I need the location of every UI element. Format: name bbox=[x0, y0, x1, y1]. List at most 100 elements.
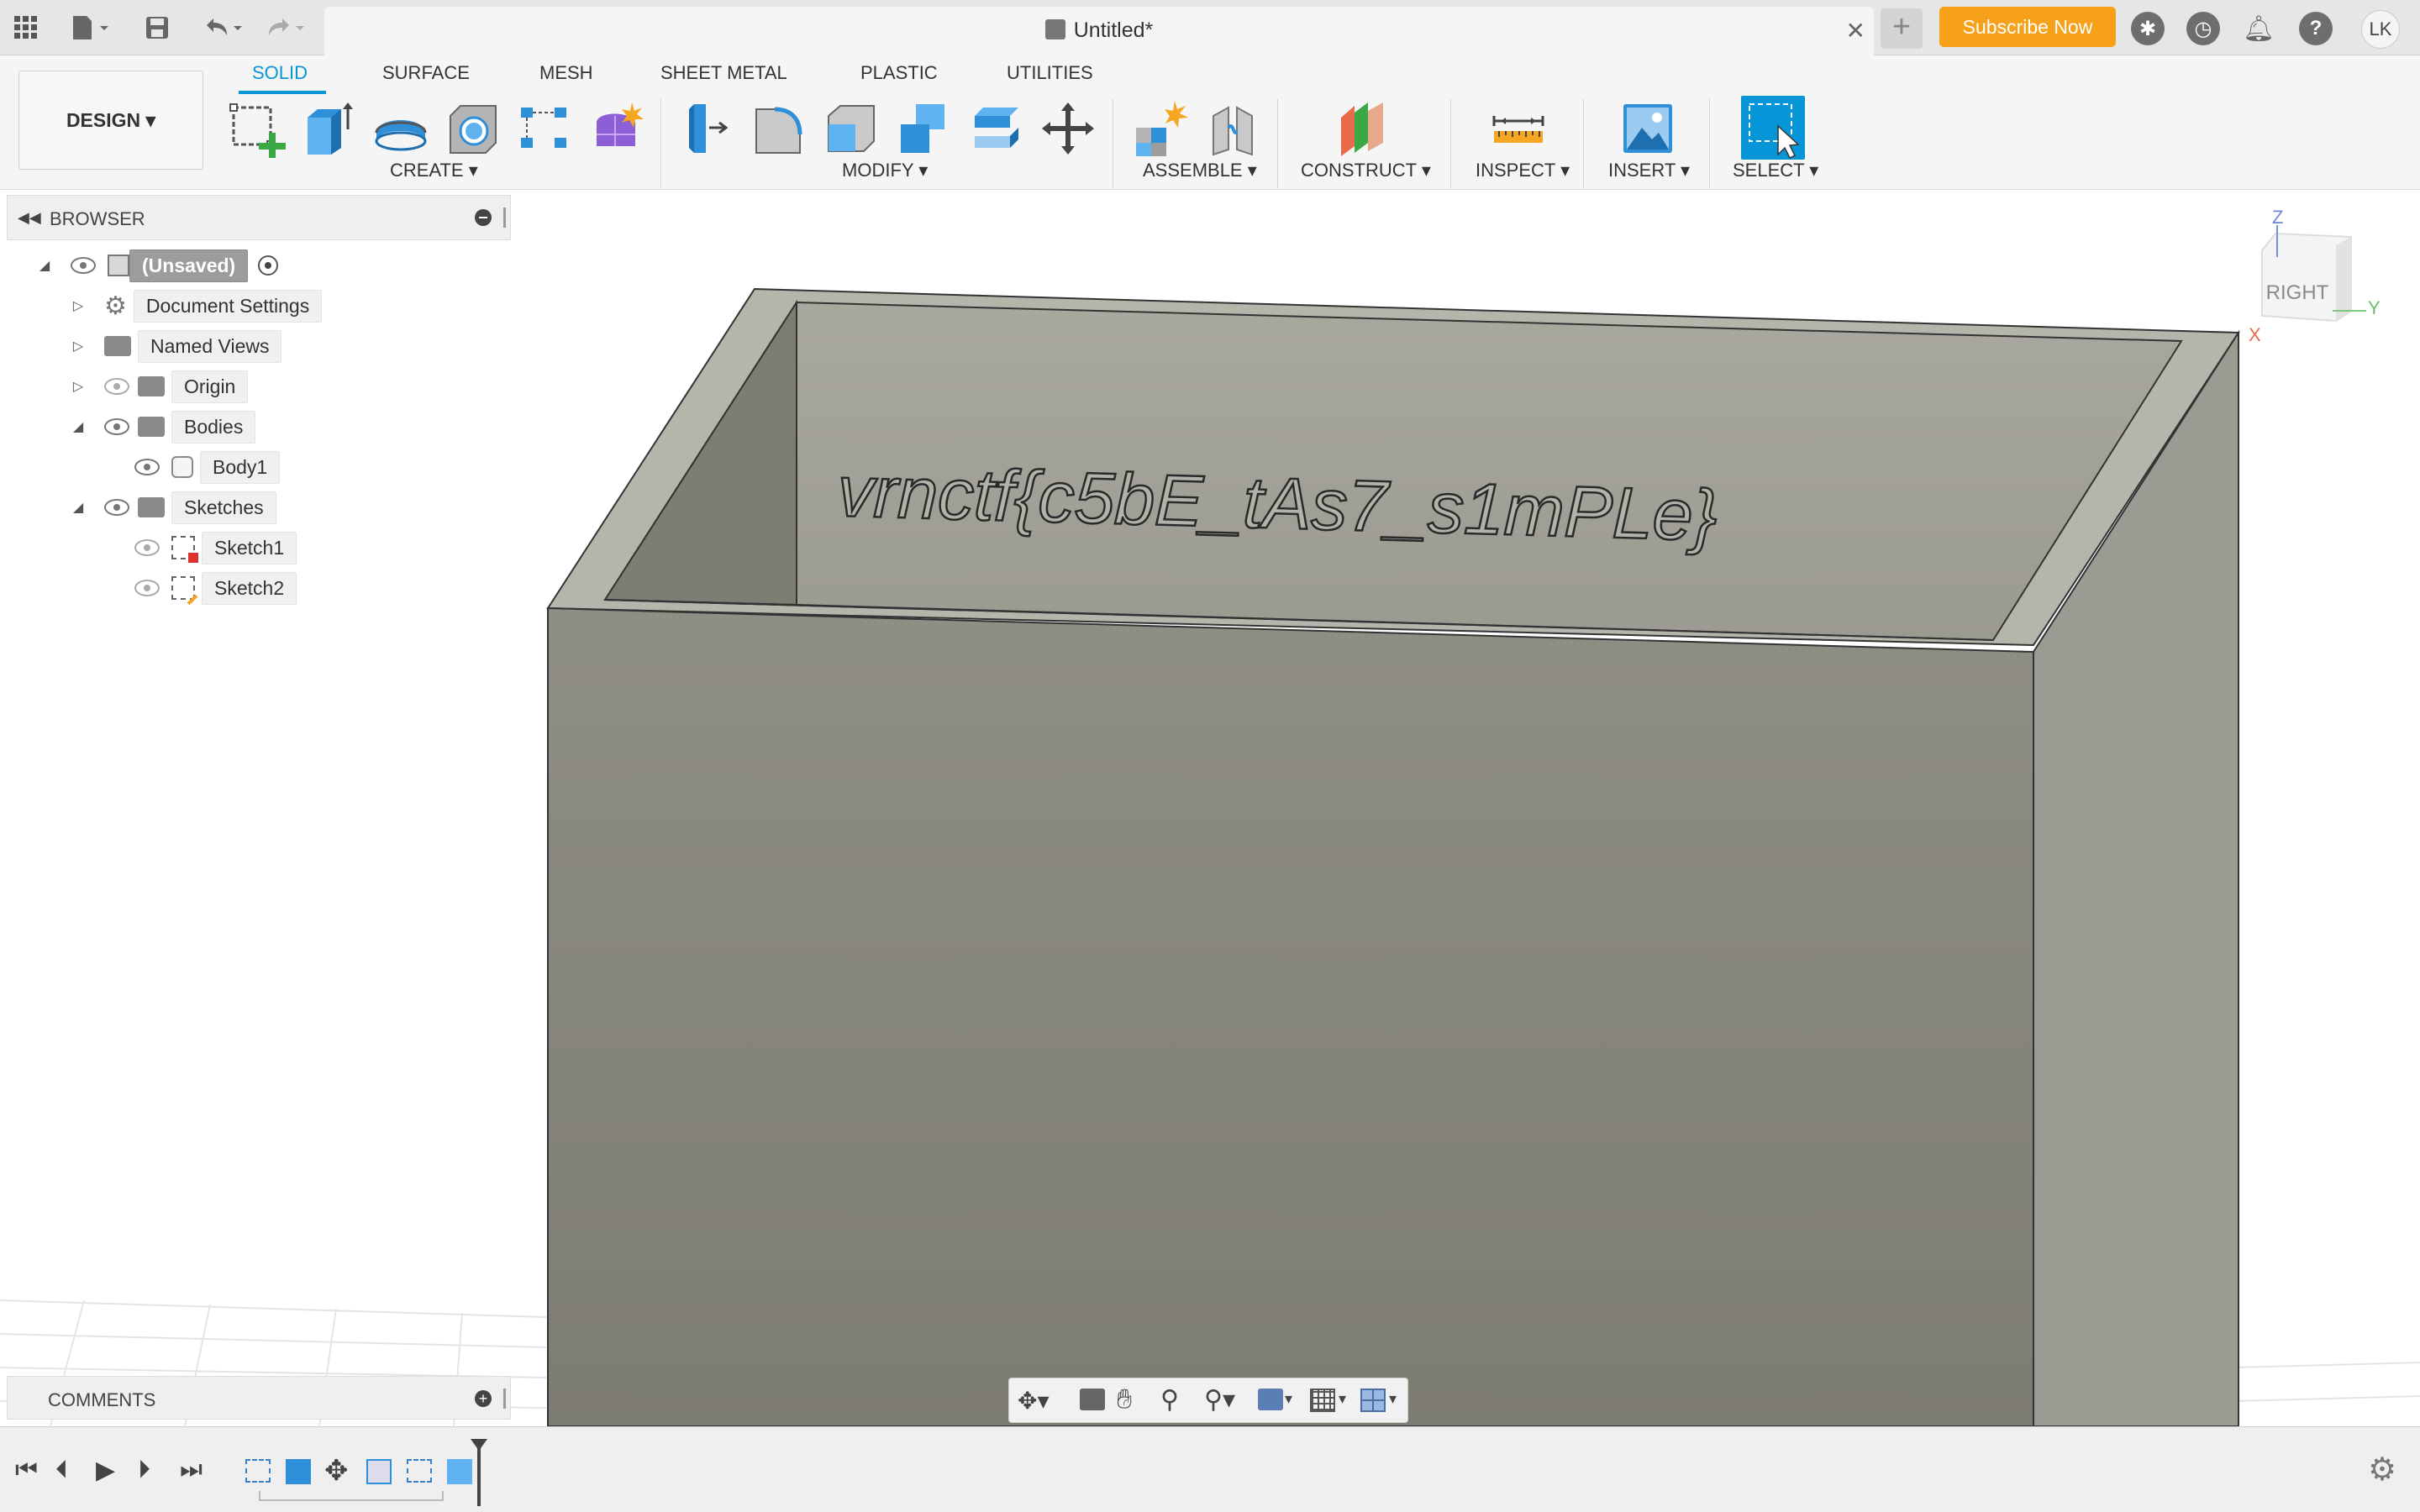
timeline-emboss-feature-icon[interactable] bbox=[447, 1459, 472, 1484]
tree-item-root[interactable]: ◢ (Unsaved) bbox=[37, 249, 279, 282]
add-comment-icon[interactable]: + bbox=[475, 1390, 492, 1407]
viewcube[interactable]: RIGHT Z Y X bbox=[2249, 207, 2381, 352]
user-avatar[interactable]: LK bbox=[2361, 10, 2400, 49]
collapse-browser-icon[interactable]: ◀◀ bbox=[18, 209, 41, 227]
create-menu[interactable]: CREATE ▾ bbox=[390, 160, 478, 181]
collapsed-caret-icon[interactable]: ▷ bbox=[71, 298, 86, 313]
measure-icon[interactable] bbox=[1489, 99, 1548, 158]
timeline-extrude-feature-icon[interactable] bbox=[286, 1459, 311, 1484]
go-to-end-icon[interactable]: ⏭ bbox=[180, 1456, 203, 1484]
timeline-marker-head[interactable] bbox=[471, 1439, 487, 1451]
viewports-icon[interactable] bbox=[1360, 1389, 1386, 1412]
tree-item-bodies[interactable]: ◢ Bodies bbox=[71, 410, 256, 444]
tree-item-sketch1[interactable]: Sketch1 bbox=[134, 531, 297, 564]
chamfer-icon[interactable] bbox=[822, 99, 881, 158]
extensions-icon[interactable]: ✱ bbox=[2131, 12, 2165, 45]
browser-minimize-icon[interactable] bbox=[475, 209, 492, 226]
offset-plane-icon[interactable] bbox=[1334, 99, 1393, 158]
fillet-icon[interactable] bbox=[750, 99, 808, 158]
joint-icon[interactable] bbox=[1203, 99, 1262, 158]
pan-icon[interactable]: ✋︎ bbox=[1117, 1383, 1132, 1415]
new-tab-button[interactable]: + bbox=[1881, 8, 1923, 49]
select-icon[interactable] bbox=[1741, 96, 1805, 160]
grid-settings-icon[interactable] bbox=[1310, 1389, 1335, 1412]
visibility-eye-icon[interactable] bbox=[104, 499, 129, 516]
form-icon[interactable] bbox=[588, 99, 647, 158]
tree-item-named-views[interactable]: ▷ Named Views bbox=[71, 329, 282, 363]
tree-item-document-settings[interactable]: ▷ ⚙ Document Settings bbox=[71, 289, 323, 323]
select-menu[interactable]: SELECT ▾ bbox=[1733, 160, 1818, 181]
comments-panel[interactable]: COMMENTS + bbox=[7, 1376, 511, 1420]
inspect-menu[interactable]: INSPECT ▾ bbox=[1476, 160, 1570, 181]
browser-drag-handle[interactable] bbox=[503, 207, 506, 228]
timeline-settings-gear-icon[interactable]: ⚙ bbox=[2368, 1451, 2396, 1488]
zoom-icon[interactable]: ⚲ bbox=[1160, 1385, 1179, 1415]
tab-plastic[interactable]: PLASTIC bbox=[860, 62, 938, 84]
move-copy-icon[interactable] bbox=[1039, 99, 1097, 158]
expanded-caret-icon[interactable]: ◢ bbox=[71, 419, 86, 434]
workspace-switcher[interactable]: DESIGN ▾ bbox=[18, 71, 203, 170]
tab-utilities[interactable]: UTILITIES bbox=[1007, 62, 1093, 84]
timeline-sketch2-feature-icon[interactable] bbox=[407, 1459, 432, 1483]
collapsed-caret-icon[interactable]: ▷ bbox=[71, 339, 86, 354]
save-icon[interactable] bbox=[141, 12, 173, 44]
collapsed-caret-icon[interactable]: ▷ bbox=[71, 379, 86, 394]
tab-mesh[interactable]: MESH bbox=[539, 62, 593, 84]
viewports-dropdown-icon[interactable]: ▾ bbox=[1389, 1390, 1397, 1408]
look-at-icon[interactable] bbox=[1080, 1389, 1105, 1410]
create-sketch-icon[interactable] bbox=[227, 99, 286, 160]
fit-zoom-icon[interactable]: ⚲▾ bbox=[1204, 1385, 1235, 1415]
construct-menu[interactable]: CONSTRUCT ▾ bbox=[1301, 160, 1431, 181]
offset-face-icon[interactable] bbox=[966, 99, 1025, 158]
comments-drag-handle[interactable] bbox=[503, 1389, 506, 1409]
go-to-start-icon[interactable]: ⏮ bbox=[15, 1456, 38, 1484]
visibility-eye-icon[interactable] bbox=[71, 257, 96, 274]
document-tab[interactable]: Untitled* ✕ bbox=[324, 7, 1874, 55]
subscribe-button[interactable]: Subscribe Now bbox=[1939, 7, 2116, 47]
redo-icon[interactable] bbox=[260, 12, 311, 44]
tab-surface[interactable]: SURFACE bbox=[382, 62, 470, 84]
help-icon[interactable]: ? bbox=[2299, 12, 2333, 45]
rectangular-pattern-icon[interactable] bbox=[516, 99, 575, 158]
file-menu-icon[interactable] bbox=[66, 12, 116, 44]
close-tab-icon[interactable]: ✕ bbox=[1846, 17, 1865, 45]
step-back-icon[interactable]: ⏴ bbox=[55, 1456, 68, 1484]
app-grid-icon[interactable] bbox=[10, 12, 42, 44]
orbit-icon[interactable]: ✥▾ bbox=[1018, 1387, 1050, 1415]
display-settings-dropdown-icon[interactable]: ▾ bbox=[1285, 1390, 1292, 1408]
revolve-icon[interactable] bbox=[371, 99, 430, 158]
grid-settings-dropdown-icon[interactable]: ▾ bbox=[1339, 1390, 1346, 1408]
extrude-icon[interactable] bbox=[299, 99, 358, 158]
insert-image-icon[interactable] bbox=[1618, 99, 1677, 158]
new-component-icon[interactable] bbox=[1131, 99, 1190, 158]
tab-solid[interactable]: SOLID bbox=[252, 62, 308, 84]
hidden-eye-icon[interactable] bbox=[134, 580, 160, 596]
tab-sheet-metal[interactable]: SHEET METAL bbox=[660, 62, 787, 84]
modify-menu[interactable]: MODIFY ▾ bbox=[842, 160, 928, 181]
job-status-icon[interactable]: ◷ bbox=[2186, 12, 2220, 45]
press-pull-icon[interactable] bbox=[677, 99, 736, 158]
timeline-shell-feature-icon[interactable] bbox=[366, 1459, 392, 1484]
notifications-icon[interactable]: 🔔︎ bbox=[2242, 12, 2275, 45]
tree-item-sketches[interactable]: ◢ Sketches bbox=[71, 491, 276, 524]
combine-icon[interactable] bbox=[894, 99, 953, 158]
step-forward-icon[interactable]: ⏵ bbox=[138, 1456, 150, 1484]
hidden-eye-icon[interactable] bbox=[134, 539, 160, 556]
visibility-eye-icon[interactable] bbox=[134, 459, 160, 475]
tree-item-sketch2[interactable]: Sketch2 bbox=[134, 571, 297, 606]
activate-radio-icon[interactable] bbox=[258, 255, 279, 276]
tree-item-origin[interactable]: ▷ Origin bbox=[71, 370, 249, 403]
undo-icon[interactable] bbox=[198, 12, 249, 44]
hidden-eye-icon[interactable] bbox=[104, 378, 129, 395]
assemble-menu[interactable]: ASSEMBLE ▾ bbox=[1143, 160, 1257, 181]
visibility-eye-icon[interactable] bbox=[104, 418, 129, 435]
display-settings-icon[interactable] bbox=[1258, 1389, 1283, 1410]
expanded-caret-icon[interactable]: ◢ bbox=[37, 258, 52, 273]
shell-icon[interactable] bbox=[444, 99, 502, 158]
timeline-sketch-feature-icon[interactable] bbox=[245, 1459, 271, 1483]
timeline-marker[interactable] bbox=[477, 1442, 481, 1506]
play-icon[interactable]: ▶ bbox=[96, 1456, 115, 1485]
tree-item-body1[interactable]: Body1 bbox=[134, 450, 281, 484]
timeline-move-feature-icon[interactable]: ✥ bbox=[324, 1454, 349, 1488]
insert-menu[interactable]: INSERT ▾ bbox=[1608, 160, 1690, 181]
